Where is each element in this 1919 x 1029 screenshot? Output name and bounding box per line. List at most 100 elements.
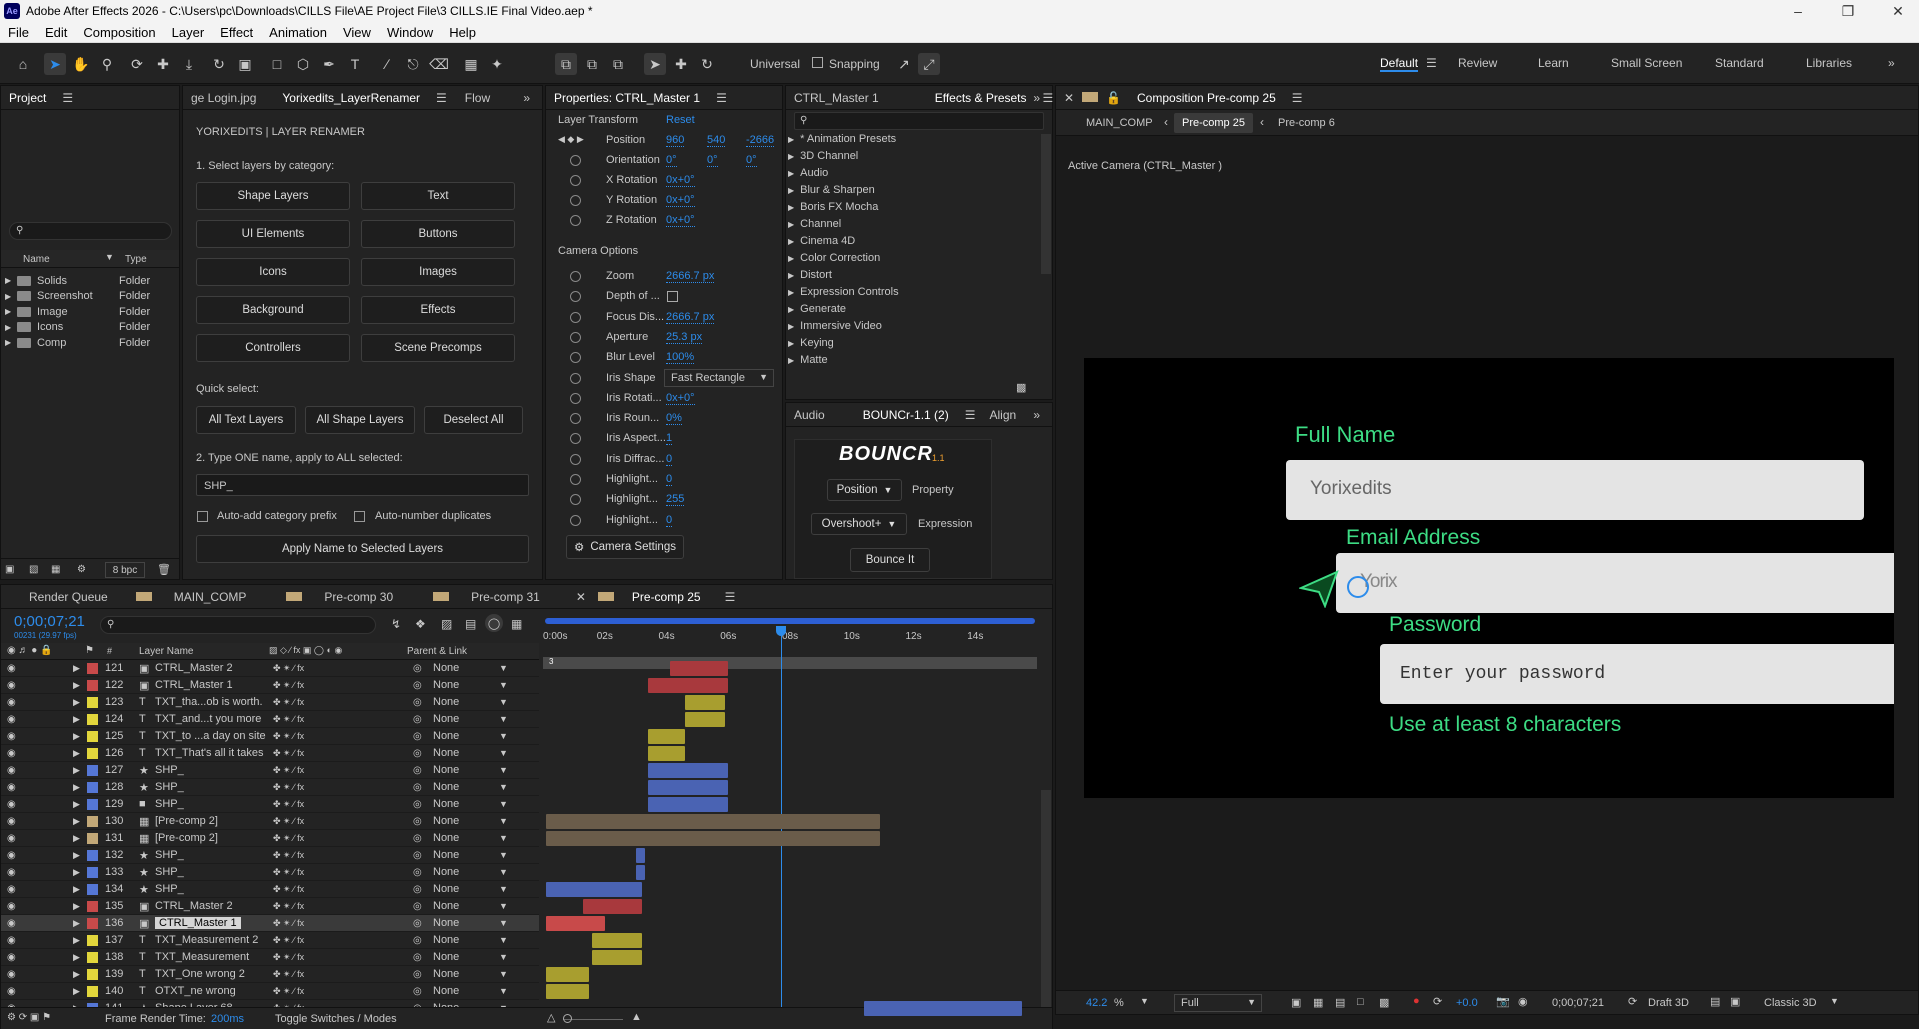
timeline-search-input[interactable]: ⚲ xyxy=(100,616,376,634)
panel-overflow-icon[interactable]: » xyxy=(1025,408,1048,422)
parent-dropdown-value[interactable]: None xyxy=(433,985,459,997)
workspace-overflow-icon[interactable]: » xyxy=(1888,56,1895,70)
pickwhip-icon[interactable]: ◎ xyxy=(413,799,422,810)
pickwhip-icon[interactable]: ◎ xyxy=(413,731,422,742)
menu-file[interactable]: File xyxy=(0,25,37,40)
workspace-learn[interactable]: Learn xyxy=(1538,56,1569,70)
label-color[interactable] xyxy=(87,798,98,810)
orbit-tool-icon[interactable]: ⟳ xyxy=(126,53,148,75)
chevron-right-icon[interactable]: ▶ xyxy=(73,816,80,827)
chevron-down-icon[interactable]: ▼ xyxy=(499,833,508,843)
label-color[interactable] xyxy=(87,832,98,844)
lock-icon[interactable]: 🔓 xyxy=(1098,91,1129,105)
roto-brush-icon[interactable]: ▦ xyxy=(460,53,482,75)
mask-view-icon[interactable]: ▤ xyxy=(1335,996,1345,1009)
layer-name[interactable]: TXT_and...t you more xyxy=(155,713,261,725)
parent-dropdown-value[interactable]: None xyxy=(433,866,459,878)
effect-category[interactable]: ▶ Color Correction xyxy=(788,252,880,269)
effect-category[interactable]: ▶ * Animation Presets xyxy=(788,133,896,150)
chevron-right-icon[interactable]: ▶ xyxy=(73,918,80,929)
label-color[interactable] xyxy=(87,747,98,759)
effects-scrollbar[interactable] xyxy=(1041,134,1051,274)
zoom-tool-icon[interactable]: ⚲ xyxy=(96,53,118,75)
apply-name-button[interactable]: Apply Name to Selected Layers xyxy=(196,535,529,563)
pickwhip-icon[interactable]: ◎ xyxy=(413,816,422,827)
label-color[interactable] xyxy=(87,951,98,963)
grid-icon[interactable]: ▦ xyxy=(1313,996,1323,1009)
chevron-right-icon[interactable]: ▶ xyxy=(73,986,80,997)
pickwhip-icon[interactable]: ◎ xyxy=(413,969,422,980)
tab-effects-presets[interactable]: Effects & Presets xyxy=(887,91,1035,105)
layer-name[interactable]: TXT_One wrong 2 xyxy=(155,968,245,980)
position-y-value[interactable]: 540 xyxy=(707,134,726,147)
roi-icon[interactable]: □ xyxy=(1357,996,1364,1008)
layer-duration-bar[interactable] xyxy=(546,916,605,931)
hand-tool-icon[interactable]: ✋ xyxy=(70,53,92,75)
category-scene-precomps-button[interactable]: Scene Precomps xyxy=(361,334,515,362)
layer-switches[interactable]: ✤ ✴ ∕ fx xyxy=(273,833,304,844)
local-axis-icon[interactable]: ⧉ xyxy=(555,53,577,75)
layer-duration-bar[interactable] xyxy=(546,831,880,846)
column-type[interactable]: Type xyxy=(125,254,147,265)
chevron-right-icon[interactable]: ▶ xyxy=(73,748,80,759)
label-color[interactable] xyxy=(87,900,98,912)
layer-duration-bar[interactable] xyxy=(583,899,642,914)
layer-switches[interactable]: ✤ ✴ ∕ fx xyxy=(273,731,304,742)
category-icons-button[interactable]: Icons xyxy=(196,258,350,286)
stopwatch-icon[interactable] xyxy=(570,433,581,445)
workspace-review[interactable]: Review xyxy=(1458,56,1497,70)
category-buttons-button[interactable]: Buttons xyxy=(361,220,515,248)
camera-option-value[interactable]: 0x+0° xyxy=(666,392,695,405)
layer-duration-bar[interactable] xyxy=(592,933,642,948)
pickwhip-icon[interactable]: ◎ xyxy=(413,884,422,895)
draft-3d-icon[interactable]: ↯ xyxy=(391,617,401,631)
zoom-value[interactable]: 42.2 xyxy=(1086,997,1107,1009)
workspace-menu-icon[interactable]: ☰ xyxy=(1426,56,1437,70)
chevron-down-icon[interactable]: ▼ xyxy=(1830,996,1839,1006)
playhead-handle[interactable] xyxy=(775,626,786,636)
shy-icon[interactable]: ❖ xyxy=(415,617,426,631)
switches-icons[interactable]: ▨ ◇ ∕ fx ▣ ◯ ◐ ◉ xyxy=(269,645,342,656)
panel-menu-icon[interactable]: ☰ xyxy=(428,91,455,105)
stopwatch-icon[interactable] xyxy=(570,311,581,323)
layer-name[interactable]: [Pre-comp 2] xyxy=(155,815,218,827)
tab-project[interactable]: Project xyxy=(1,91,54,105)
label-column-icon[interactable]: ⚑ xyxy=(85,645,94,656)
effect-category[interactable]: ▶ Generate xyxy=(788,303,846,320)
effect-category[interactable]: ▶ Matte xyxy=(788,354,828,371)
chevron-down-icon[interactable]: ▼ xyxy=(499,969,508,979)
label-color[interactable] xyxy=(87,849,98,861)
layer-name[interactable]: TXT_tha...ob is worth. xyxy=(155,696,263,708)
panel-menu-icon[interactable]: ☰ xyxy=(957,408,984,422)
expand-tool-icon[interactable]: ⤢ xyxy=(918,53,940,75)
color-management-icon[interactable]: ⟳ xyxy=(1433,995,1442,1008)
panel-menu-icon[interactable]: ☰ xyxy=(717,590,744,604)
chevron-right-icon[interactable]: ▶ xyxy=(73,901,80,912)
layer-switches[interactable]: ✤ ✴ ∕ fx xyxy=(273,697,304,708)
camera-option-value[interactable]: 0 xyxy=(666,453,673,466)
visibility-eye-icon[interactable]: ◉ xyxy=(7,833,16,844)
parent-dropdown-value[interactable]: None xyxy=(433,917,459,929)
label-color[interactable] xyxy=(87,696,98,708)
stopwatch-icon[interactable] xyxy=(570,514,581,526)
visibility-eye-icon[interactable]: ◉ xyxy=(7,884,16,895)
time-ruler[interactable]: 0:00s 02s 04s 06s 08s 10s 12s 14s 3 xyxy=(541,615,1053,675)
label-color[interactable] xyxy=(87,815,98,827)
chevron-down-icon[interactable]: ▼ xyxy=(499,782,508,792)
chevron-down-icon[interactable]: ▼ xyxy=(499,697,508,707)
minimize-icon[interactable]: – xyxy=(1777,0,1819,22)
chevron-down-icon[interactable]: ▼ xyxy=(1140,996,1149,1006)
layer-duration-bar[interactable] xyxy=(864,1001,1022,1016)
menu-animation[interactable]: Animation xyxy=(261,25,335,40)
effect-category[interactable]: ▶ Cinema 4D xyxy=(788,235,855,252)
visibility-eye-icon[interactable]: ◉ xyxy=(7,748,16,759)
column-parent[interactable]: Parent & Link xyxy=(407,646,467,657)
chevron-right-icon[interactable]: ▶ xyxy=(73,952,80,963)
label-color[interactable] xyxy=(87,730,98,742)
layer-row[interactable]: ◉ ▶ 139 T TXT_One wrong 2 ✤ ✴ ∕ fx ◎ None ▼ xyxy=(1,966,539,983)
layer-switches[interactable]: ✤ ✴ ∕ fx xyxy=(273,714,304,725)
pickwhip-icon[interactable]: ◎ xyxy=(413,697,422,708)
universal-label[interactable]: Universal xyxy=(750,57,800,71)
rectangle-tool-icon[interactable]: □ xyxy=(266,53,288,75)
effect-category[interactable]: ▶ Keying xyxy=(788,337,834,354)
